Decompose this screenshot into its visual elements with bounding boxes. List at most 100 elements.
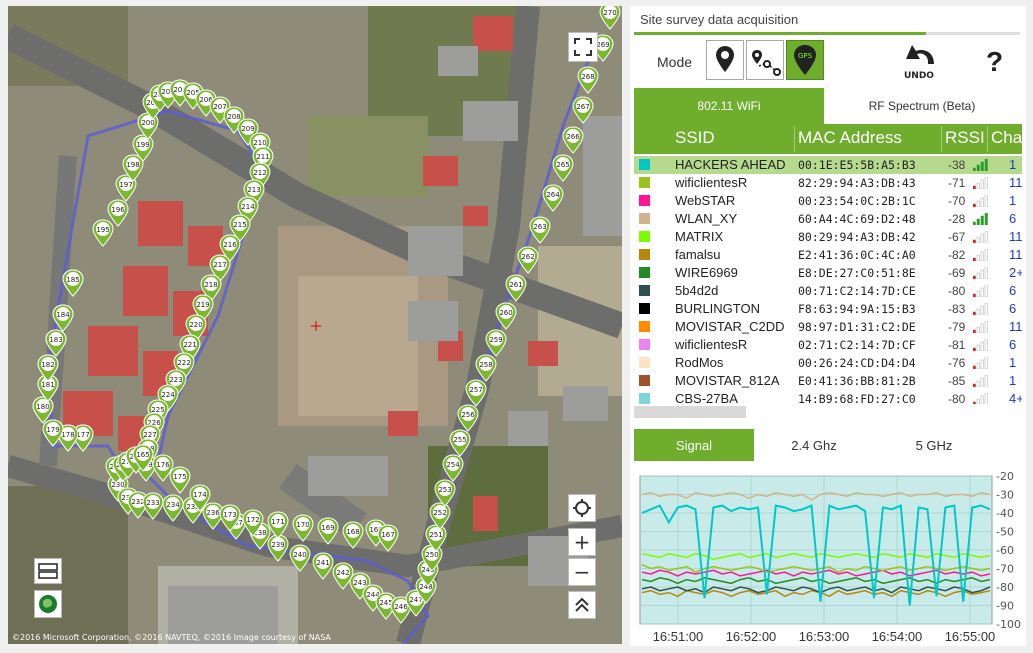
svg-text:264: 264 xyxy=(546,191,560,199)
mac-cell: E0:41:36:BB:81:2B xyxy=(798,374,916,388)
map-pin[interactable]: 241 xyxy=(312,552,334,584)
channel-cell: 11 xyxy=(1009,175,1022,190)
map-pin[interactable]: 185 xyxy=(62,269,84,301)
table-row[interactable]: WebSTAR 00:23:54:0C:2B:1C -70 1 xyxy=(634,192,1022,210)
svg-text:241: 241 xyxy=(316,559,329,567)
zoom-out-button[interactable]: − xyxy=(568,558,596,586)
map-pin[interactable]: 165 xyxy=(132,444,154,476)
mode-label: Mode xyxy=(657,54,693,70)
map-pin[interactable]: 167 xyxy=(377,524,399,556)
tab-wifi[interactable]: 802.11 WiFi xyxy=(634,88,824,124)
layers-button[interactable] xyxy=(34,558,62,584)
column-channel[interactable]: Cha xyxy=(991,128,1022,148)
map-pin[interactable]: 172 xyxy=(242,509,264,541)
column-mac[interactable]: MAC Address xyxy=(798,128,902,148)
table-row[interactable]: wificlientesR 02:71:C2:14:7D:CF -81 6 xyxy=(634,336,1022,354)
signal-strength-icon xyxy=(973,213,988,225)
map-pin[interactable]: 168 xyxy=(342,521,364,553)
fullscreen-button[interactable] xyxy=(568,32,598,62)
map-pin[interactable]: 169 xyxy=(317,517,339,549)
locate-button[interactable] xyxy=(568,494,596,522)
y-tick-label: -70 xyxy=(996,563,1014,576)
x-tick-label: 16:53:00 xyxy=(799,629,850,644)
rssi-cell: -79 xyxy=(948,320,966,334)
mode-route-button[interactable] xyxy=(746,40,784,80)
zoom-in-button[interactable]: + xyxy=(568,528,596,556)
network-color-swatch xyxy=(639,357,650,368)
tab-signal[interactable]: Signal xyxy=(634,429,754,461)
table-row[interactable]: CBS-27BA 14:B9:68:FD:27:C0 -80 4+ xyxy=(634,390,1022,404)
map-pin[interactable]: 264 xyxy=(542,184,564,216)
mode-gps-button[interactable]: GPS xyxy=(786,40,824,80)
mac-cell: 60:A4:4C:69:D2:48 xyxy=(798,212,916,226)
map-pin[interactable]: 170 xyxy=(292,514,314,546)
tab-rf-spectrum[interactable]: RF Spectrum (Beta) xyxy=(824,88,1020,124)
table-row[interactable]: WIRE6969 E8:DE:27:C0:51:8E -69 2+ xyxy=(634,264,1022,282)
globe-button[interactable] xyxy=(34,590,62,618)
svg-text:165: 165 xyxy=(136,451,149,459)
map-pin[interactable]: 262 xyxy=(517,246,539,278)
svg-text:242: 242 xyxy=(336,569,349,577)
tab-5ghz[interactable]: 5 GHz xyxy=(874,429,994,461)
map-pin[interactable]: 267 xyxy=(572,96,594,128)
map-pin[interactable]: 263 xyxy=(529,216,551,248)
map-pin[interactable]: 260 xyxy=(495,302,517,334)
column-rssi[interactable]: RSSI xyxy=(945,128,985,148)
rssi-cell: -80 xyxy=(948,284,966,298)
map-pin[interactable]: 176 xyxy=(152,454,174,486)
table-row[interactable]: RodMos 00:26:24:CD:D4:D4 -76 1 xyxy=(634,354,1022,372)
channel-cell: 1 xyxy=(1009,157,1017,172)
map-pin[interactable]: 173 xyxy=(219,504,241,536)
table-row[interactable]: famalsu E2:41:36:0C:4C:A0 -82 11 xyxy=(634,246,1022,264)
map-view[interactable]: 1861871881891901911921931941951961971981… xyxy=(8,6,622,644)
channel-cell: 6 xyxy=(1009,301,1017,316)
map-pin[interactable]: 240 xyxy=(289,544,311,576)
svg-text:240: 240 xyxy=(293,551,306,559)
fullscreen-icon xyxy=(574,38,592,56)
map-pin[interactable]: 234 xyxy=(162,494,184,526)
help-button[interactable]: ? xyxy=(986,46,1003,78)
mac-cell: 02:71:C2:14:7D:CF xyxy=(798,338,916,352)
signal-strength-icon xyxy=(973,303,988,315)
svg-text:224: 224 xyxy=(161,391,175,399)
rssi-cell: -83 xyxy=(948,302,966,316)
table-row[interactable]: BURLINGTON F8:63:94:9A:15:B3 -83 6 xyxy=(634,300,1022,318)
map-pin[interactable]: 174 xyxy=(189,484,211,516)
table-row[interactable]: MOVISTAR_812A E0:41:36:BB:81:2B -85 1 xyxy=(634,372,1022,390)
tab-2-4ghz[interactable]: 2.4 Ghz xyxy=(754,429,874,461)
column-ssid[interactable]: SSID xyxy=(675,128,715,148)
signal-strength-icon xyxy=(973,159,988,171)
plus-icon: + xyxy=(573,530,591,554)
map-pin[interactable]: 171 xyxy=(267,511,289,543)
svg-text:214: 214 xyxy=(241,203,255,211)
network-color-swatch xyxy=(639,375,650,386)
svg-text:168: 168 xyxy=(346,528,359,536)
table-row[interactable]: WLAN_XY 60:A4:4C:69:D2:48 -28 6 xyxy=(634,210,1022,228)
horizontal-scrollbar[interactable] xyxy=(634,406,746,418)
ssid-cell: MATRIX xyxy=(675,229,724,244)
expand-controls-button[interactable] xyxy=(568,591,596,619)
map-pin[interactable]: 184 xyxy=(52,304,74,336)
ssid-cell: HACKERS AHEAD xyxy=(675,157,786,172)
mac-cell: F8:63:94:9A:15:B3 xyxy=(798,302,916,316)
svg-text:258: 258 xyxy=(479,361,492,369)
table-row[interactable]: MOVISTAR_C2DD 98:97:D1:31:C2:DE -79 11 xyxy=(634,318,1022,336)
table-row[interactable]: 5b4d2d 00:71:C2:14:7D:CE -80 6 xyxy=(634,282,1022,300)
map-pin[interactable]: 265 xyxy=(552,154,574,186)
ssid-cell: wificlientesR xyxy=(675,175,748,190)
svg-text:253: 253 xyxy=(438,486,451,494)
mode-pin-button[interactable] xyxy=(706,40,744,80)
map-pin[interactable]: 270 xyxy=(599,6,621,34)
table-row[interactable]: HACKERS AHEAD 00:1E:E5:5B:A5:B3 -38 1 xyxy=(634,156,1022,174)
table-row[interactable]: MATRIX 80:29:94:A3:DB:42 -67 11 xyxy=(634,228,1022,246)
map-pin[interactable]: 268 xyxy=(577,66,599,98)
map-pin[interactable]: 261 xyxy=(505,274,527,306)
rssi-cell: -28 xyxy=(948,212,966,226)
table-row[interactable]: wificlientesR 82:29:94:A3:DB:43 -71 11 xyxy=(634,174,1022,192)
svg-text:174: 174 xyxy=(193,491,207,499)
signal-strength-icon xyxy=(973,375,988,387)
y-tick-label: -80 xyxy=(996,581,1014,594)
map-pin[interactable]: 233 xyxy=(142,492,164,524)
channel-cell: 4+ xyxy=(1009,391,1022,404)
map-pin[interactable]: 266 xyxy=(562,126,584,158)
